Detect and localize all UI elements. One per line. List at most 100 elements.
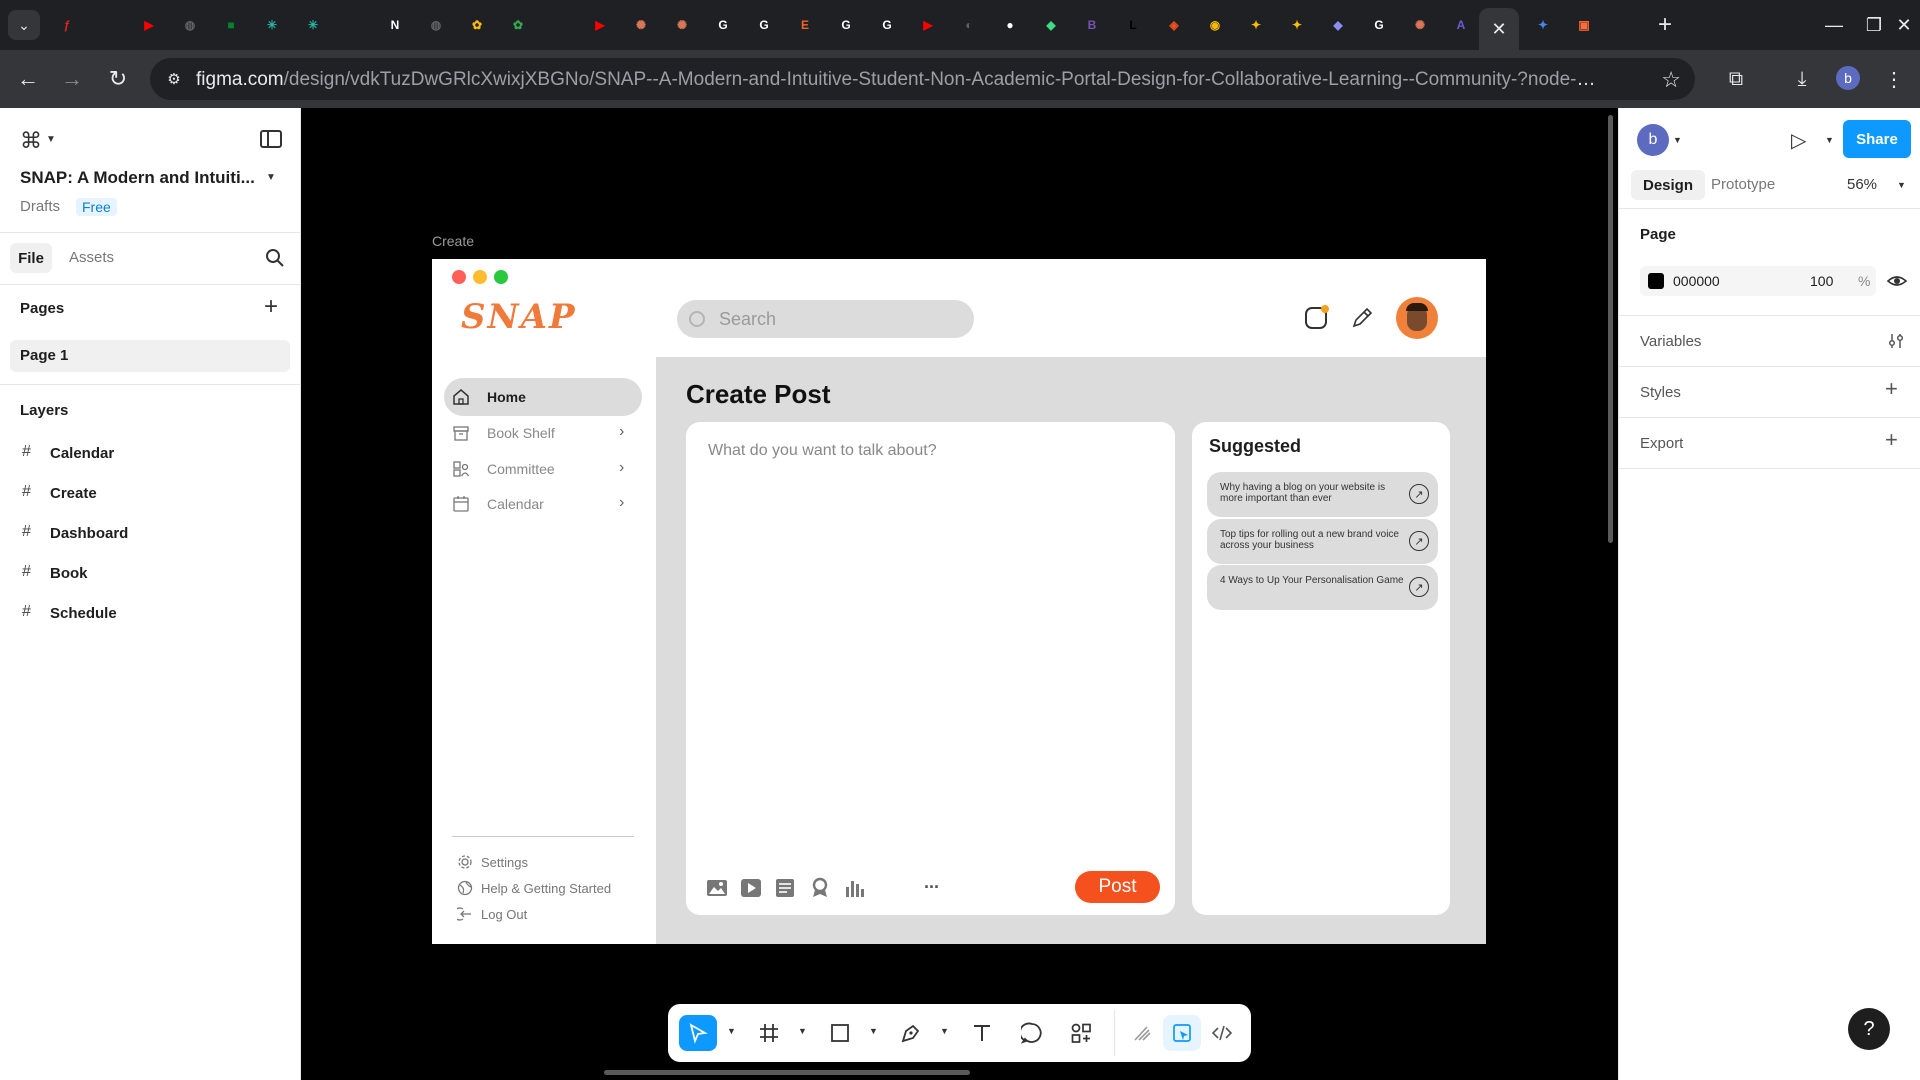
pen-tool[interactable] [892,1015,930,1051]
bookmark-star-icon[interactable]: ☆ [1661,67,1681,93]
extensions-icon[interactable]: ⧉ [1722,65,1750,93]
export-section[interactable]: Export [1640,435,1683,452]
download-icon[interactable]: ⤓ [1788,65,1816,93]
youtube-icon[interactable]: ▶ [138,14,160,36]
google-icon[interactable]: G [1368,14,1390,36]
kebab-menu-icon[interactable]: ⋮ [1880,65,1908,93]
color-swatch[interactable] [1648,273,1664,289]
arrow-up-right-icon[interactable]: ↗ [1409,484,1429,504]
google-icon[interactable]: G [835,14,857,36]
layer-item-dashboard[interactable]: # Dashboard [20,523,280,547]
figma-menu-icon[interactable]: ⌘ [20,128,42,154]
lightbulb-icon[interactable]: ✦ [1245,14,1267,36]
tab-search-dropdown[interactable]: ⌄ [8,10,40,40]
leaf-icon[interactable]: ◆ [1040,14,1062,36]
nav-item-book-shelf[interactable]: Book Shelf › [444,414,642,452]
youtube-icon[interactable]: ▶ [917,14,939,36]
present-play-icon[interactable]: ▷ [1791,128,1806,153]
canva-icon[interactable]: ▣ [1573,14,1595,36]
fill-opacity-value[interactable]: 100 [1810,273,1833,289]
layer-item-schedule[interactable]: # Schedule [20,603,280,627]
move-tool[interactable] [679,1015,717,1051]
google-icon[interactable]: G [712,14,734,36]
chevron-down-icon[interactable]: ▼ [1673,135,1682,145]
add-page-button[interactable]: + [264,293,278,321]
arrow-up-right-icon[interactable]: ↗ [1409,577,1429,597]
coin-icon[interactable]: ◉ [1204,14,1226,36]
google-photos-icon[interactable]: ✿ [466,14,488,36]
add-export-icon[interactable]: + [1885,427,1898,453]
tab-file[interactable]: File [10,243,52,273]
draw-mode-toggle[interactable] [1123,1015,1161,1051]
ethereum-icon[interactable]: ◆ [1327,14,1349,36]
user-avatar[interactable]: b [1637,124,1669,156]
tab-assets[interactable]: Assets [69,249,114,266]
profile-avatar[interactable]: b [1836,66,1860,90]
arrow-up-right-icon[interactable]: ↗ [1409,531,1429,551]
notion-icon[interactable]: N [384,14,406,36]
letter-l-icon[interactable]: L [1122,14,1144,36]
site-info-icon[interactable]: ⚙ [164,69,184,89]
openai-icon[interactable]: ✲ [548,14,570,36]
fill-hex-value[interactable]: 000000 [1673,273,1720,289]
tab-design[interactable]: Design [1631,170,1705,200]
search-icon[interactable] [265,248,285,268]
google-icon[interactable]: G [753,14,775,36]
video-icon[interactable] [740,877,762,899]
award-icon[interactable] [809,877,831,899]
actions-tool[interactable] [1062,1015,1100,1051]
openai-icon[interactable]: ✲ [343,14,365,36]
layer-item-calendar[interactable]: # Calendar [20,443,280,467]
chevron-down-icon[interactable]: ▼ [727,1026,736,1036]
eye-icon[interactable] [1887,271,1907,291]
share-button[interactable]: Share [1843,120,1911,158]
restore-icon[interactable]: ❐ [1860,12,1888,38]
vertical-scrollbar[interactable] [1608,115,1613,543]
text-tool[interactable] [963,1015,1001,1051]
active-tab[interactable]: ✕ [1479,8,1519,50]
chevron-down-icon[interactable]: ▼ [798,1026,807,1036]
globe-icon[interactable]: ◍ [179,14,201,36]
google-photos-icon[interactable]: ✿ [507,14,529,36]
help-button[interactable]: ? [1848,1008,1890,1050]
variables-settings-icon[interactable] [1887,332,1905,350]
zoom-level[interactable]: 56% [1847,176,1877,193]
google-icon[interactable]: G [876,14,898,36]
suggested-item[interactable]: Top tips for rolling out a new brand voi… [1207,519,1438,564]
page-fill-field[interactable]: 000000 100 % [1640,266,1876,296]
claude-icon[interactable]: ✺ [671,14,693,36]
chevron-down-icon[interactable]: ▼ [869,1026,878,1036]
page-item[interactable]: Page 1 [10,340,290,372]
horizontal-scrollbar[interactable] [604,1070,970,1075]
perplexity-icon[interactable]: ✳ [261,14,283,36]
chevron-down-icon[interactable]: ▼ [1825,135,1834,145]
youtube-icon[interactable]: ▶ [589,14,611,36]
nav-item-home[interactable]: Home [444,378,642,416]
user-avatar[interactable] [1396,297,1438,339]
forward-icon[interactable]: → [58,65,86,93]
chevron-down-icon[interactable]: ▼ [46,134,56,145]
globe-icon[interactable]: ◍ [425,14,447,36]
claude-icon[interactable]: ✺ [630,14,652,36]
file-title[interactable]: SNAP: A Modern and Intuiti... [20,168,260,188]
post-composer[interactable]: What do you want to talk about? ... Post [686,422,1175,915]
address-bar[interactable]: ⚙ figma.com/design/vdkTuzDwGRlcXwixjXBGN… [150,58,1695,100]
suggested-item[interactable]: 4 Ways to Up Your Personalisation Game ↗ [1207,565,1438,610]
dev-mode-toggle[interactable] [1203,1015,1241,1051]
shape-tool[interactable] [821,1015,859,1051]
comment-tool[interactable] [1013,1015,1051,1051]
nav-item-committee[interactable]: Committee › [444,450,642,488]
github-icon[interactable]: ◐ [958,14,980,36]
design-mode-toggle[interactable] [1163,1015,1201,1051]
image-icon[interactable] [706,877,728,899]
notification-icon[interactable] [1304,304,1330,330]
suggested-item[interactable]: Why having a blog on your website is mor… [1207,472,1438,517]
bootstrap-icon[interactable]: B [1081,14,1103,36]
adobe-express-icon[interactable]: ƒ [56,14,78,36]
bar-chart-icon[interactable] [844,877,866,899]
close-tab-icon[interactable]: ✕ [1491,19,1506,40]
chevron-down-icon[interactable]: ▼ [940,1026,949,1036]
add-style-icon[interactable]: + [1885,376,1898,402]
gemini-icon[interactable]: ✦ [1532,14,1554,36]
chevron-down-icon[interactable]: ▼ [1897,180,1906,190]
